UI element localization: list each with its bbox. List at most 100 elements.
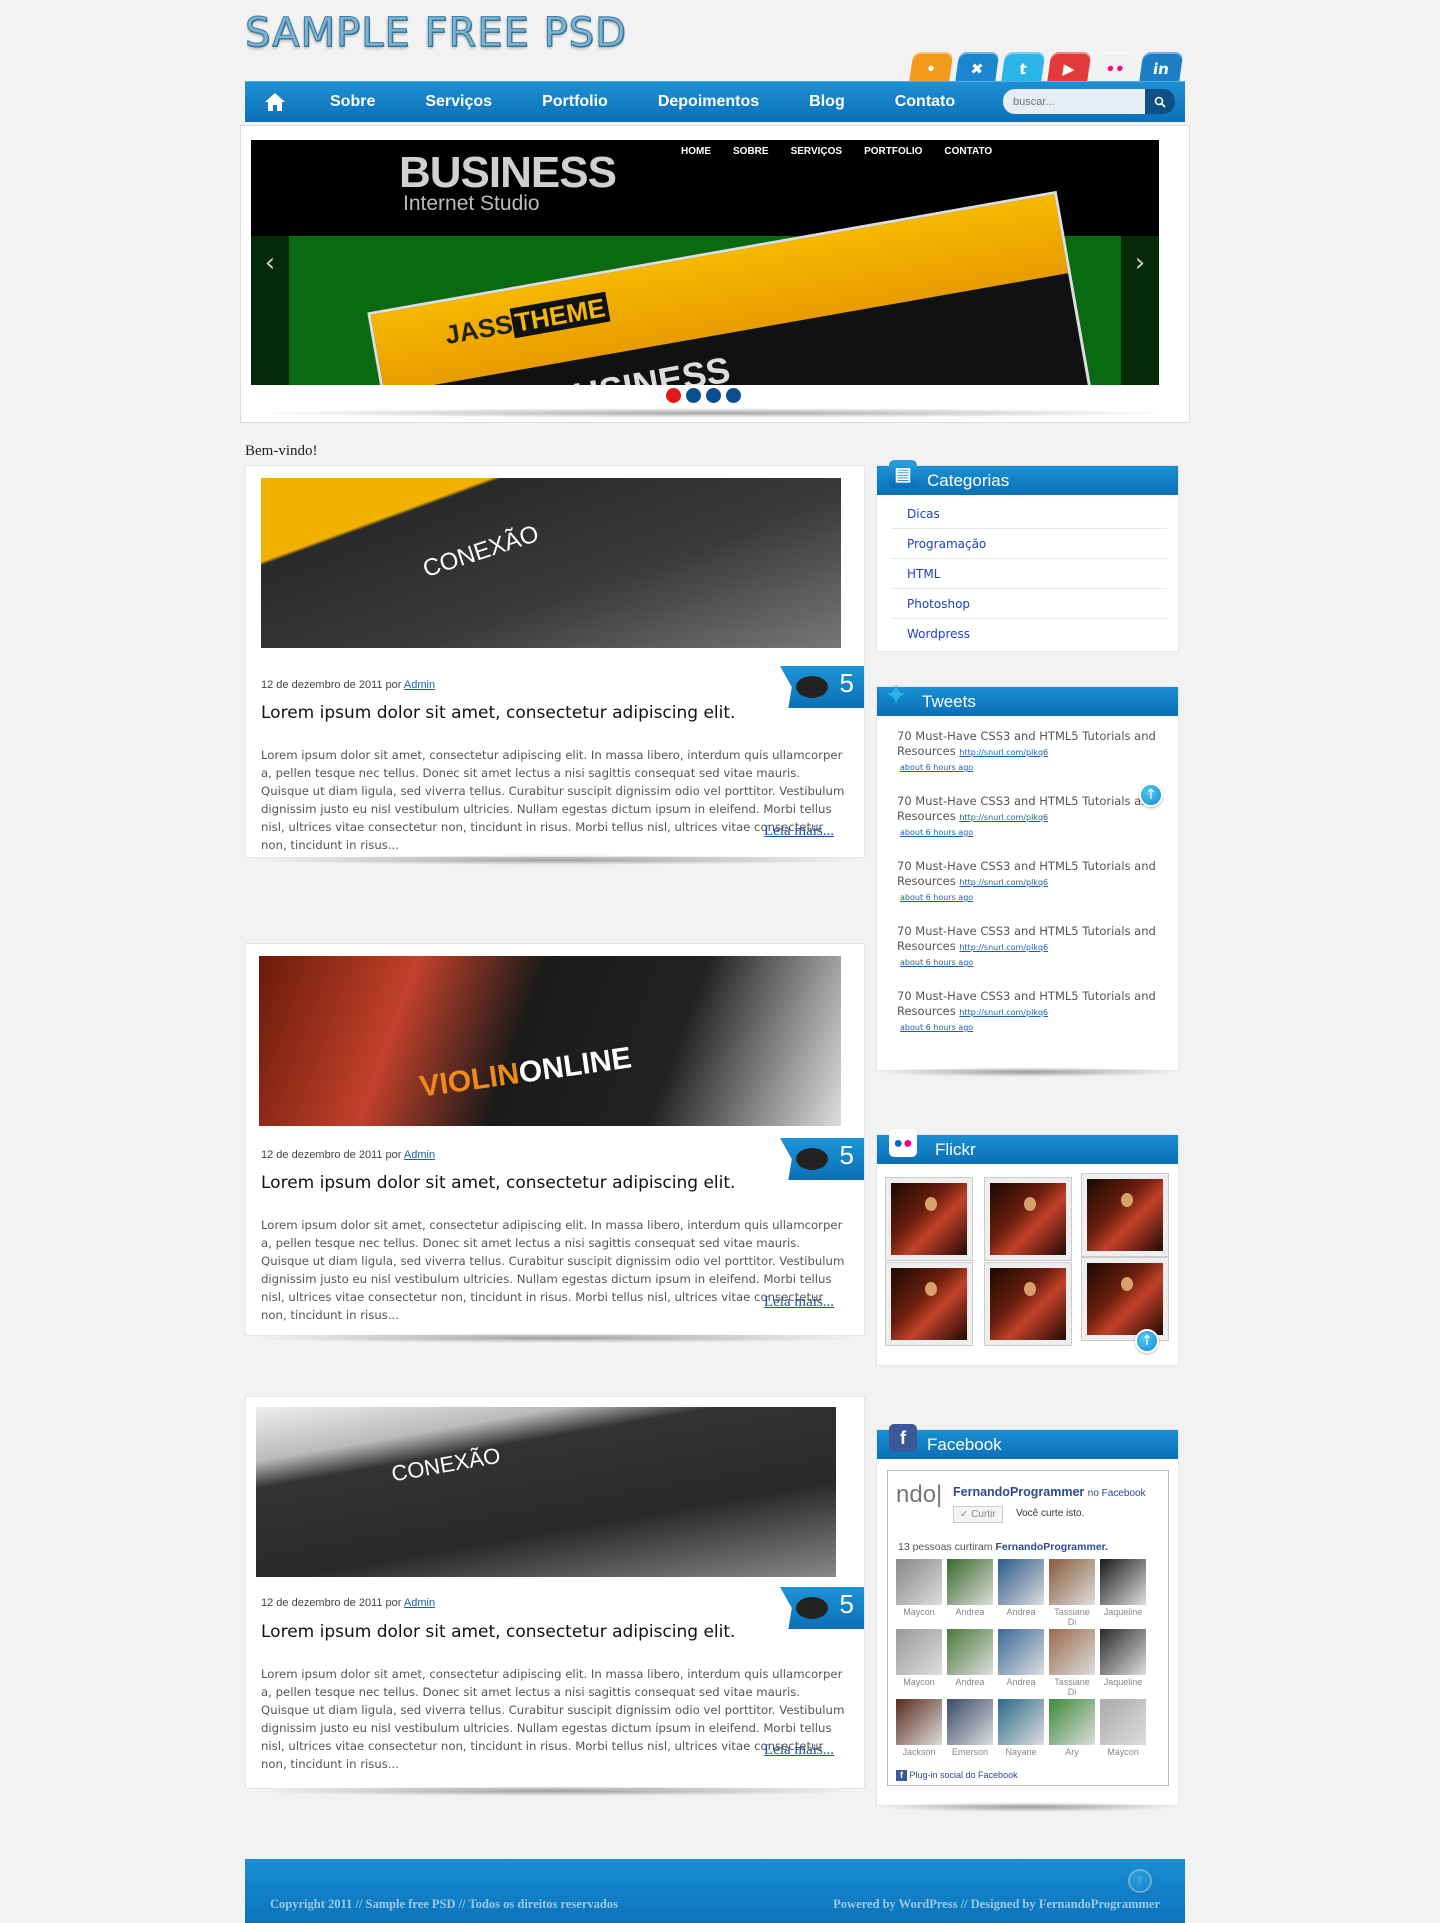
fb-fan[interactable]: Tassiane Di bbox=[1049, 1559, 1095, 1627]
fb-like-button[interactable]: ✓ Curtir bbox=[953, 1506, 1003, 1523]
tweet-time[interactable]: about 6 hours ago bbox=[900, 955, 1167, 970]
post-author-link[interactable]: Admin bbox=[404, 679, 435, 691]
fb-fan[interactable]: Ary bbox=[1049, 1699, 1095, 1757]
search-input[interactable] bbox=[1003, 89, 1145, 114]
flickr-widget: ● ● Flickr ↑ bbox=[876, 1129, 1179, 1366]
read-more-link[interactable]: Leia mais... bbox=[764, 1294, 834, 1311]
scroll-up-icon[interactable]: ↑ bbox=[1135, 1329, 1159, 1353]
post-date: 12 de dezembro de 2011 por bbox=[261, 1149, 402, 1161]
photo bbox=[990, 1268, 1066, 1340]
post-title[interactable]: Lorem ipsum dolor sit amet, consectetur … bbox=[261, 703, 735, 723]
nav-item-contato[interactable]: Contato bbox=[870, 93, 980, 111]
category-link[interactable]: Photoshop bbox=[892, 589, 1167, 619]
slider-dot[interactable] bbox=[726, 388, 741, 403]
category-link[interactable]: Dicas bbox=[892, 499, 1167, 529]
tweet-item: 70 Must-Have CSS3 and HTML5 Tutorials an… bbox=[897, 729, 1167, 775]
fb-fan[interactable]: Andrea bbox=[998, 1559, 1044, 1617]
photo bbox=[1087, 1179, 1163, 1251]
fb-fan[interactable]: Andrea bbox=[998, 1629, 1044, 1687]
tweet-item: 70 Must-Have CSS3 and HTML5 Tutorials an… bbox=[897, 794, 1167, 840]
slide-title: BUSINESS bbox=[399, 148, 617, 197]
slide-menu-item: HOME bbox=[681, 146, 711, 157]
category-link[interactable]: Programação bbox=[892, 529, 1167, 559]
flickr-photo[interactable] bbox=[885, 1262, 973, 1346]
category-link[interactable]: HTML bbox=[892, 559, 1167, 589]
fan-avatar bbox=[947, 1559, 993, 1605]
category-link[interactable]: Wordpress bbox=[892, 619, 1167, 649]
fb-fan[interactable]: Tassiane Di bbox=[1049, 1629, 1095, 1697]
tweet-time[interactable]: about 6 hours ago bbox=[900, 825, 1167, 840]
slider-dot[interactable] bbox=[706, 388, 721, 403]
slider-prev-button[interactable]: ‹ bbox=[251, 140, 289, 385]
post-thumbnail[interactable]: CONEXÃO bbox=[256, 1407, 836, 1577]
nav-item-portfolio[interactable]: Portfolio bbox=[517, 93, 633, 111]
post-excerpt: Lorem ipsum dolor sit amet, consectetur … bbox=[261, 1218, 845, 1322]
comment-count-badge[interactable]: 5 bbox=[780, 1138, 864, 1180]
post-thumbnail[interactable]: VIOLINONLINE bbox=[259, 956, 841, 1126]
post-title[interactable]: Lorem ipsum dolor sit amet, consectetur … bbox=[261, 1622, 735, 1642]
fb-fan[interactable]: Maycon bbox=[896, 1559, 942, 1617]
post-meta: 12 de dezembro de 2011 por Admin bbox=[261, 1149, 435, 1161]
slide-image[interactable]: BUSINESS Internet Studio HOME SOBRE SERV… bbox=[251, 140, 1159, 385]
nav-item-blog[interactable]: Blog bbox=[784, 93, 870, 111]
tweet-link[interactable]: http://snurl.com/plkq6 bbox=[959, 1008, 1048, 1017]
back-to-top-icon[interactable]: ↑ bbox=[1128, 1869, 1152, 1893]
read-more-link[interactable]: Leia mais... bbox=[764, 1742, 834, 1759]
comment-count-badge[interactable]: 5 bbox=[780, 666, 864, 708]
fb-fan[interactable]: Jaqueline bbox=[1100, 1559, 1146, 1617]
fb-fan[interactable]: Maycon bbox=[896, 1629, 942, 1687]
fb-fan[interactable]: Jaqueline bbox=[1100, 1629, 1146, 1687]
comment-bubble-icon bbox=[796, 1148, 828, 1170]
fb-page-name[interactable]: FernandoProgrammer bbox=[953, 1485, 1084, 1499]
post-date: 12 de dezembro de 2011 por bbox=[261, 679, 402, 691]
flickr-photo[interactable] bbox=[885, 1177, 973, 1261]
fb-fan[interactable]: Jackson bbox=[896, 1699, 942, 1757]
fan-avatar bbox=[1049, 1629, 1095, 1675]
tweet-link[interactable]: http://snurl.com/plkq6 bbox=[959, 943, 1048, 952]
flickr-photo[interactable] bbox=[984, 1262, 1072, 1346]
slider-dot[interactable] bbox=[666, 388, 681, 403]
fb-fan[interactable]: Emerson bbox=[947, 1699, 993, 1757]
tweet-item: 70 Must-Have CSS3 and HTML5 Tutorials an… bbox=[897, 989, 1167, 1035]
search-button[interactable] bbox=[1145, 89, 1175, 114]
tweet-time[interactable]: about 6 hours ago bbox=[900, 890, 1167, 905]
nav-home[interactable] bbox=[245, 82, 305, 122]
slider-next-button[interactable]: › bbox=[1121, 140, 1159, 385]
flickr-photo[interactable] bbox=[984, 1177, 1072, 1261]
read-more-link[interactable]: Leia mais... bbox=[764, 823, 834, 840]
comment-bubble-icon bbox=[796, 1597, 828, 1619]
nav-item-sobre[interactable]: Sobre bbox=[305, 93, 400, 111]
comment-count-badge[interactable]: 5 bbox=[780, 1587, 864, 1629]
post-excerpt: Lorem ipsum dolor sit amet, consectetur … bbox=[261, 1667, 845, 1771]
post-thumbnail[interactable]: CONEXÃO bbox=[261, 478, 841, 648]
post-shadow bbox=[245, 1786, 865, 1796]
site-logo[interactable]: SAMPLE FREE PSD bbox=[245, 10, 627, 57]
post-title[interactable]: Lorem ipsum dolor sit amet, consectetur … bbox=[261, 1173, 735, 1193]
fb-fan[interactable]: Maycon bbox=[1100, 1699, 1146, 1757]
fb-fan[interactable]: Andrea bbox=[947, 1559, 993, 1617]
flickr-photo[interactable] bbox=[1081, 1173, 1169, 1257]
chevron-left-icon: ‹ bbox=[264, 247, 276, 278]
post-author-link[interactable]: Admin bbox=[404, 1597, 435, 1609]
tweet-time[interactable]: about 6 hours ago bbox=[900, 760, 1167, 775]
slider-dot[interactable] bbox=[686, 388, 701, 403]
tweet-time[interactable]: about 6 hours ago bbox=[900, 1020, 1167, 1035]
tweet-link[interactable]: http://snurl.com/plkq6 bbox=[959, 748, 1048, 757]
fan-avatar bbox=[998, 1699, 1044, 1745]
nav-item-servicos[interactable]: Serviços bbox=[400, 93, 517, 111]
home-icon bbox=[265, 93, 285, 111]
tweet-link[interactable]: http://snurl.com/plkq6 bbox=[959, 813, 1048, 822]
fb-fan[interactable]: Nayane bbox=[998, 1699, 1044, 1757]
fan-avatar bbox=[1100, 1699, 1146, 1745]
fb-on-facebook: no Facebook bbox=[1087, 1488, 1146, 1499]
scroll-up-icon[interactable]: ↑ bbox=[1139, 783, 1163, 807]
fb-you-like: Você curte isto. bbox=[1016, 1508, 1085, 1519]
tweet-link[interactable]: http://snurl.com/plkq6 bbox=[959, 878, 1048, 887]
post-author-link[interactable]: Admin bbox=[404, 1149, 435, 1161]
flickr-photo[interactable] bbox=[1081, 1257, 1169, 1341]
fb-like-label: Curtir bbox=[971, 1509, 996, 1520]
nav-item-depoimentos[interactable]: Depoimentos bbox=[633, 93, 784, 111]
page-avatar[interactable]: ndo| bbox=[896, 1481, 944, 1513]
fan-avatar bbox=[998, 1629, 1044, 1675]
fb-fan[interactable]: Andrea bbox=[947, 1629, 993, 1687]
